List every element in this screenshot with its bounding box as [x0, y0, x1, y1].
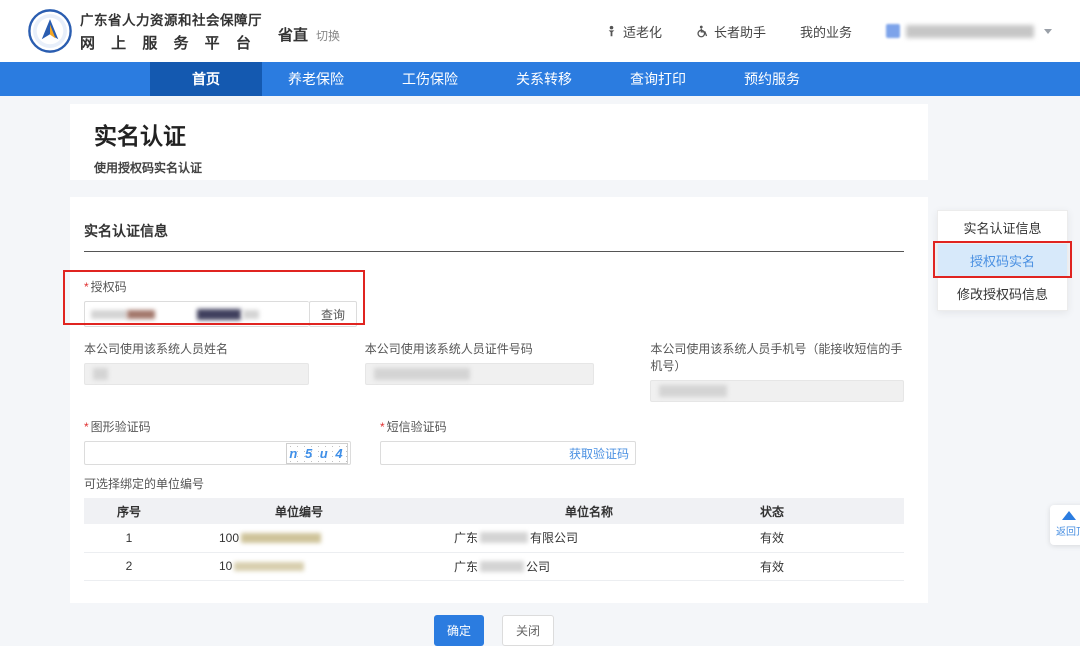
gdhrss-logo-icon [28, 9, 72, 53]
nav-item-query-print[interactable]: 查询打印 [630, 62, 686, 96]
col-header-no: 序号 [84, 498, 174, 524]
col-header-status: 状态 [754, 498, 904, 524]
col-header-unit-no: 单位编号 [174, 498, 424, 524]
sms-code-field-group: *短信验证码 获取验证码 [380, 418, 636, 465]
my-business-label: 我的业务 [800, 22, 852, 41]
person-id-input [365, 363, 595, 385]
elder-helper-label: 长者助手 [714, 22, 766, 41]
units-table-caption: 可选择绑定的单位编号 [84, 475, 904, 492]
captcha-input[interactable]: n 5 u 4 [84, 441, 351, 465]
confirm-button[interactable]: 确定 [434, 615, 484, 646]
captcha-field-group: *图形验证码 n 5 u 4 [84, 418, 351, 465]
region-name: 省直 [278, 24, 308, 45]
get-sms-code-button[interactable]: 获取验证码 [569, 445, 633, 462]
side-item-auth-info[interactable]: 实名认证信息 [938, 211, 1067, 244]
chevron-down-icon [1044, 29, 1052, 34]
person-id-label: 本公司使用该系统人员证件号码 [365, 340, 595, 357]
page-title: 实名认证 [94, 117, 928, 151]
nav-item-appointment[interactable]: 预约服务 [744, 62, 800, 96]
section-title: 实名认证信息 [84, 221, 904, 241]
table-row[interactable]: 2 10 广东公司 有效 [84, 552, 904, 580]
side-anchor-menu: 实名认证信息 授权码实名 修改授权码信息 [937, 210, 1068, 311]
side-item-modify-code[interactable]: 修改授权码信息 [938, 277, 1067, 310]
row2-unit-no: 10 [174, 552, 424, 580]
nav-item-home[interactable]: 首页 [150, 62, 262, 96]
nav-item-injury[interactable]: 工伤保险 [402, 62, 458, 96]
query-button[interactable]: 查询 [309, 301, 357, 327]
nav-item-pension[interactable]: 养老保险 [288, 62, 344, 96]
form-actions: 确定 关闭 [84, 615, 904, 646]
row1-unit-no-redacted [241, 533, 321, 543]
page-banner: 实名认证 使用授权码实名认证 [70, 104, 928, 180]
user-name-redacted [906, 25, 1034, 38]
table-row[interactable]: 1 100 广东有限公司 有效 [84, 524, 904, 552]
person-name-field-group: 本公司使用该系统人员姓名 [84, 340, 309, 402]
person-name-label: 本公司使用该系统人员姓名 [84, 340, 309, 357]
auth-code-redacted [127, 310, 155, 319]
units-table: 序号 单位编号 单位名称 状态 1 100 广东有限公司 有效 2 10 [84, 498, 904, 581]
section-divider [84, 251, 904, 252]
person-info-row: 本公司使用该系统人员姓名 本公司使用该系统人员证件号码 本公司使用该系统人员手机… [84, 340, 904, 402]
close-button[interactable]: 关闭 [502, 615, 554, 646]
required-mark: * [84, 420, 89, 434]
person-phone-label: 本公司使用该系统人员手机号（能接收短信的手机号） [650, 340, 904, 374]
row2-no: 2 [84, 552, 174, 580]
required-mark: * [84, 280, 89, 294]
row2-unit-name: 广东公司 [424, 552, 754, 580]
my-business-link[interactable]: 我的业务 [800, 22, 852, 41]
site-title: 广东省人力资源和社会保障厅 网 上 服 务 平 台 [80, 9, 262, 53]
user-avatar [886, 24, 900, 38]
back-to-top-label: 返回顶部 [1056, 523, 1080, 538]
row2-status: 有效 [754, 552, 904, 580]
required-mark: * [380, 420, 385, 434]
auth-code-redacted [197, 309, 241, 320]
wheelchair-icon [696, 25, 709, 38]
row1-no: 1 [84, 524, 174, 552]
row1-unit-name: 广东有限公司 [424, 524, 754, 552]
person-name-redacted [93, 368, 108, 380]
row2-unit-name-redacted [480, 561, 524, 572]
row1-unit-no: 100 [174, 524, 424, 552]
person-id-redacted [374, 368, 470, 380]
person-phone-field-group: 本公司使用该系统人员手机号（能接收短信的手机号） [650, 340, 904, 402]
region-switch-link[interactable]: 切换 [316, 27, 340, 44]
auth-code-input[interactable] [84, 301, 309, 327]
col-header-unit-name: 单位名称 [424, 498, 754, 524]
captcha-image[interactable]: n 5 u 4 [286, 443, 348, 464]
person-phone-redacted [659, 385, 727, 397]
row1-status: 有效 [754, 524, 904, 552]
person-phone-input [650, 380, 904, 402]
back-to-top-button[interactable]: 返回顶部 [1050, 505, 1080, 545]
platform-name: 网 上 服 务 平 台 [80, 32, 262, 53]
nav-item-transfer[interactable]: 关系转移 [516, 62, 572, 96]
row2-unit-no-redacted [234, 562, 304, 571]
person-id-field-group: 本公司使用该系统人员证件号码 [365, 340, 595, 402]
elder-mode-link[interactable]: 适老化 [605, 22, 662, 41]
top-header: 广东省人力资源和社会保障厅 网 上 服 务 平 台 省直 切换 适老化 长者助手… [0, 0, 1080, 62]
auth-code-label: *授权码 [84, 278, 904, 295]
auth-code-redacted [91, 310, 127, 319]
elder-helper-link[interactable]: 长者助手 [696, 22, 766, 41]
org-name: 广东省人力资源和社会保障厅 [80, 9, 262, 29]
person-name-input [84, 363, 309, 385]
side-item-auth-code[interactable]: 授权码实名 [938, 244, 1067, 277]
sms-code-label: *短信验证码 [380, 418, 636, 435]
page-subtitle: 使用授权码实名认证 [94, 159, 928, 176]
auth-code-redacted [243, 310, 259, 319]
captcha-label: *图形验证码 [84, 418, 351, 435]
elder-mode-icon [605, 25, 618, 38]
arrow-up-icon [1062, 511, 1076, 520]
region-block: 省直 切换 [278, 24, 340, 45]
elder-mode-label: 适老化 [623, 22, 662, 41]
user-menu[interactable] [886, 24, 1052, 38]
auth-form-card: 实名认证信息 *授权码 查询 本公司使用该系统人员姓名 本公司使用该系统人员证件… [70, 197, 928, 603]
units-table-header-row: 序号 单位编号 单位名称 状态 [84, 498, 904, 524]
auth-code-field-group: *授权码 查询 [84, 278, 904, 327]
sms-code-input[interactable]: 获取验证码 [380, 441, 636, 465]
main-nav: 首页 养老保险 工伤保险 关系转移 查询打印 预约服务 [0, 62, 1080, 96]
verification-row: *图形验证码 n 5 u 4 *短信验证码 获取验证码 [84, 418, 904, 465]
row1-unit-name-redacted [480, 532, 528, 543]
